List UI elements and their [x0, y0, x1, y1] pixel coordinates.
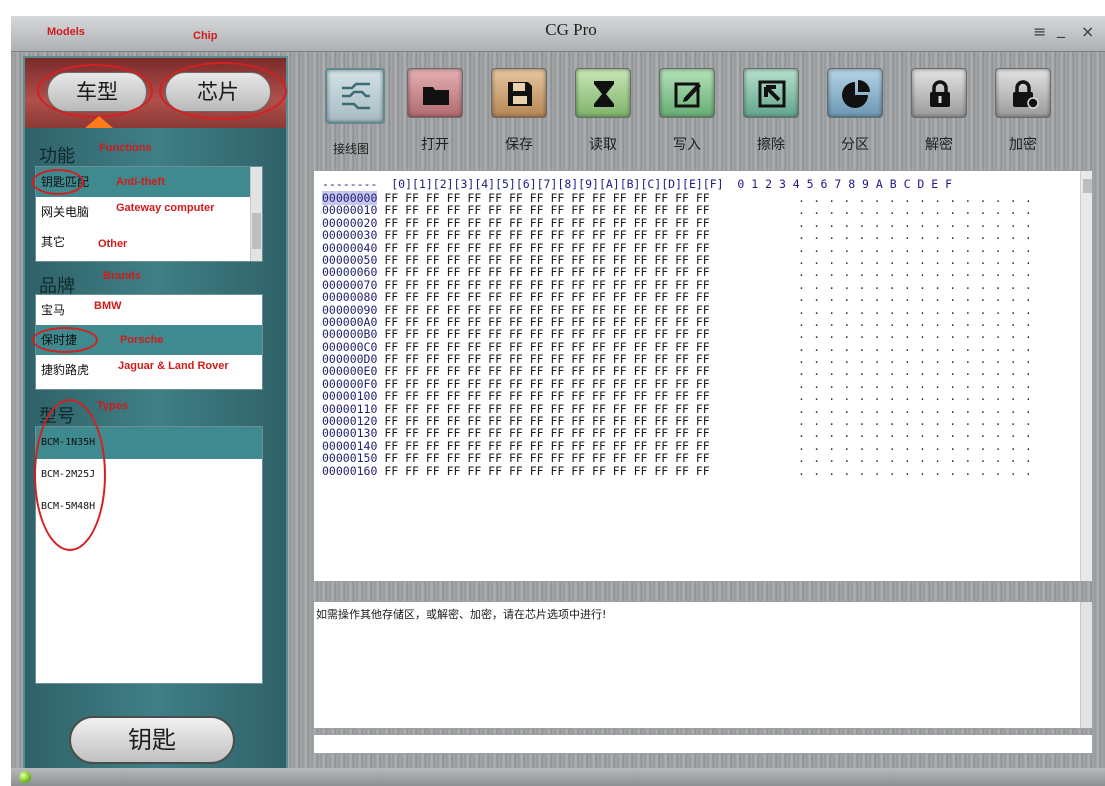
hex-editor[interactable]: -------- [0][1][2][3][4][5][6][7][8][9][… [313, 170, 1093, 582]
functions-heading: 功能 [39, 146, 75, 167]
scroll-thumb[interactable] [252, 213, 261, 249]
hourglass-icon [575, 68, 631, 118]
list-item-label: 钥匙匹配 [41, 175, 90, 189]
pie-chart-icon [827, 68, 883, 118]
title-bar: Models Chip CG Pro ≡ _ × [11, 16, 1105, 52]
padlock-icon [911, 68, 967, 118]
types-list[interactable]: BCM-1N35H BCM-2M25J BCM-5M48H [34, 399, 263, 684]
brands-annotation: Brands [103, 270, 141, 282]
functions-list[interactable]: 钥匙匹配 Anti-theft 网关电脑 Gateway computer 其它… [32, 166, 263, 262]
hex-address: 00000160 [322, 463, 378, 478]
eraser-icon [743, 68, 799, 118]
hex-ascii: ................ [798, 228, 1040, 243]
list-item-label: 其它 [41, 235, 66, 249]
tool-write[interactable]: 写入 [647, 56, 727, 174]
close-button[interactable]: × [1081, 22, 1094, 41]
list-item-annotation: Other [98, 238, 128, 250]
functions-scrollbar[interactable] [250, 167, 262, 261]
message-text: 如需操作其他存储区，或解密、加密，请在芯片选项中进行! [316, 608, 607, 621]
tool-label: 加密 [1009, 137, 1037, 153]
menu-icon[interactable]: ≡ [1033, 22, 1046, 41]
hex-ascii: ................ [798, 265, 1040, 280]
type-item[interactable]: BCM-5M48H [36, 491, 262, 523]
hex-ascii: ................ [798, 426, 1040, 441]
tool-label: 保存 [505, 137, 533, 153]
folder-icon [407, 68, 463, 118]
left-panel: 车型 芯片 功能 Functions 钥匙匹配 Anti-theft 网关电脑 … [23, 56, 288, 776]
tool-label: 解密 [925, 137, 953, 153]
hex-ascii: ................ [798, 463, 1040, 478]
hex-bytes[interactable]: FF FF FF FF FF FF FF FF FF FF FF FF FF F… [377, 464, 709, 478]
hex-ascii: ................ [798, 364, 1040, 379]
list-item-label: 保时捷 [41, 333, 78, 347]
list-item-label: 网关电脑 [41, 205, 90, 219]
tool-partition[interactable]: 分区 [815, 56, 895, 174]
functions-annotation: Functions [99, 142, 152, 154]
wiring-diagram-icon [325, 68, 385, 124]
scroll-thumb[interactable] [1083, 179, 1092, 193]
hex-row[interactable]: 00000160 FF FF FF FF FF FF FF FF FF FF F… [322, 463, 1032, 478]
function-item-other[interactable]: 其它 Other [36, 227, 262, 257]
chip-annotation: Chip [193, 30, 218, 42]
tool-label: 写入 [673, 137, 701, 153]
window-title: CG Pro [545, 20, 597, 39]
hex-header: -------- [0][1][2][3][4][5][6][7][8][9][… [322, 177, 953, 191]
key-button[interactable]: 钥匙 [69, 716, 235, 764]
minimize-button[interactable]: _ [1057, 19, 1065, 38]
brand-item-bmw[interactable]: 宝马 BMW [36, 295, 262, 325]
tool-label: 读取 [589, 137, 617, 153]
cg-pro-window: Models Chip CG Pro ≡ _ × 车型 芯片 功能 Functi… [11, 16, 1105, 786]
models-annotation: Models [47, 26, 85, 38]
hex-ascii: ................ [798, 327, 1040, 342]
tool-label: 擦除 [757, 137, 785, 153]
command-input[interactable] [313, 734, 1093, 754]
toolbar: 接线图 打开 保存 读取 写入 擦除 分区 解密 加密 [311, 56, 1105, 176]
status-bar [11, 768, 1105, 786]
pencil-icon [659, 68, 715, 118]
tool-label: 打开 [421, 137, 449, 153]
hex-scrollbar[interactable] [1080, 171, 1092, 581]
connection-status-icon [19, 771, 31, 783]
tool-open[interactable]: 打开 [395, 56, 475, 174]
list-item-annotation: Gateway computer [116, 202, 215, 214]
tool-label: 分区 [841, 137, 869, 153]
message-box[interactable]: 如需操作其他存储区，或解密、加密，请在芯片选项中进行! [313, 601, 1093, 729]
tool-erase[interactable]: 擦除 [731, 56, 811, 174]
tool-wiring-diagram[interactable]: 接线图 [311, 56, 391, 174]
type-item[interactable]: BCM-2M25J [36, 459, 262, 491]
hex-rows: 00000000 FF FF FF FF FF FF FF FF FF FF F… [322, 191, 1032, 478]
hex-ascii: ................ [798, 290, 1040, 305]
types-heading: 型号 [39, 406, 75, 427]
list-item-annotation: BMW [94, 300, 122, 312]
tab-strip: 车型 芯片 [25, 58, 287, 128]
tool-read[interactable]: 读取 [563, 56, 643, 174]
tab-chip[interactable]: 芯片 [165, 72, 271, 112]
lock-gear-icon [995, 68, 1051, 118]
tool-encrypt[interactable]: 加密 [983, 56, 1063, 174]
tool-save[interactable]: 保存 [479, 56, 559, 174]
selected-tab-indicator [85, 116, 113, 128]
tab-models[interactable]: 车型 [47, 72, 147, 112]
types-annotation: Types [97, 400, 128, 412]
tool-label: 接线图 [332, 142, 369, 156]
list-item-annotation: Jaguar & Land Rover [118, 360, 229, 372]
floppy-disk-icon [491, 68, 547, 118]
hex-ascii: ................ [798, 389, 1040, 404]
function-item-gateway[interactable]: 网关电脑 Gateway computer [36, 197, 262, 227]
brand-item-jaguar-land-rover[interactable]: 捷豹路虎 Jaguar & Land Rover [36, 355, 262, 385]
list-item-label: 捷豹路虎 [41, 363, 90, 377]
list-item-label: 宝马 [41, 303, 66, 317]
type-item[interactable]: BCM-1N35H [36, 427, 262, 459]
brands-list[interactable]: 宝马 BMW 保时捷 Porsche 捷豹路虎 Jaguar & Land Ro… [32, 294, 263, 390]
hex-ascii: ................ [798, 451, 1040, 466]
hex-ascii: ................ [798, 203, 1040, 218]
tool-decrypt[interactable]: 解密 [899, 56, 979, 174]
message-scrollbar[interactable] [1080, 602, 1092, 728]
